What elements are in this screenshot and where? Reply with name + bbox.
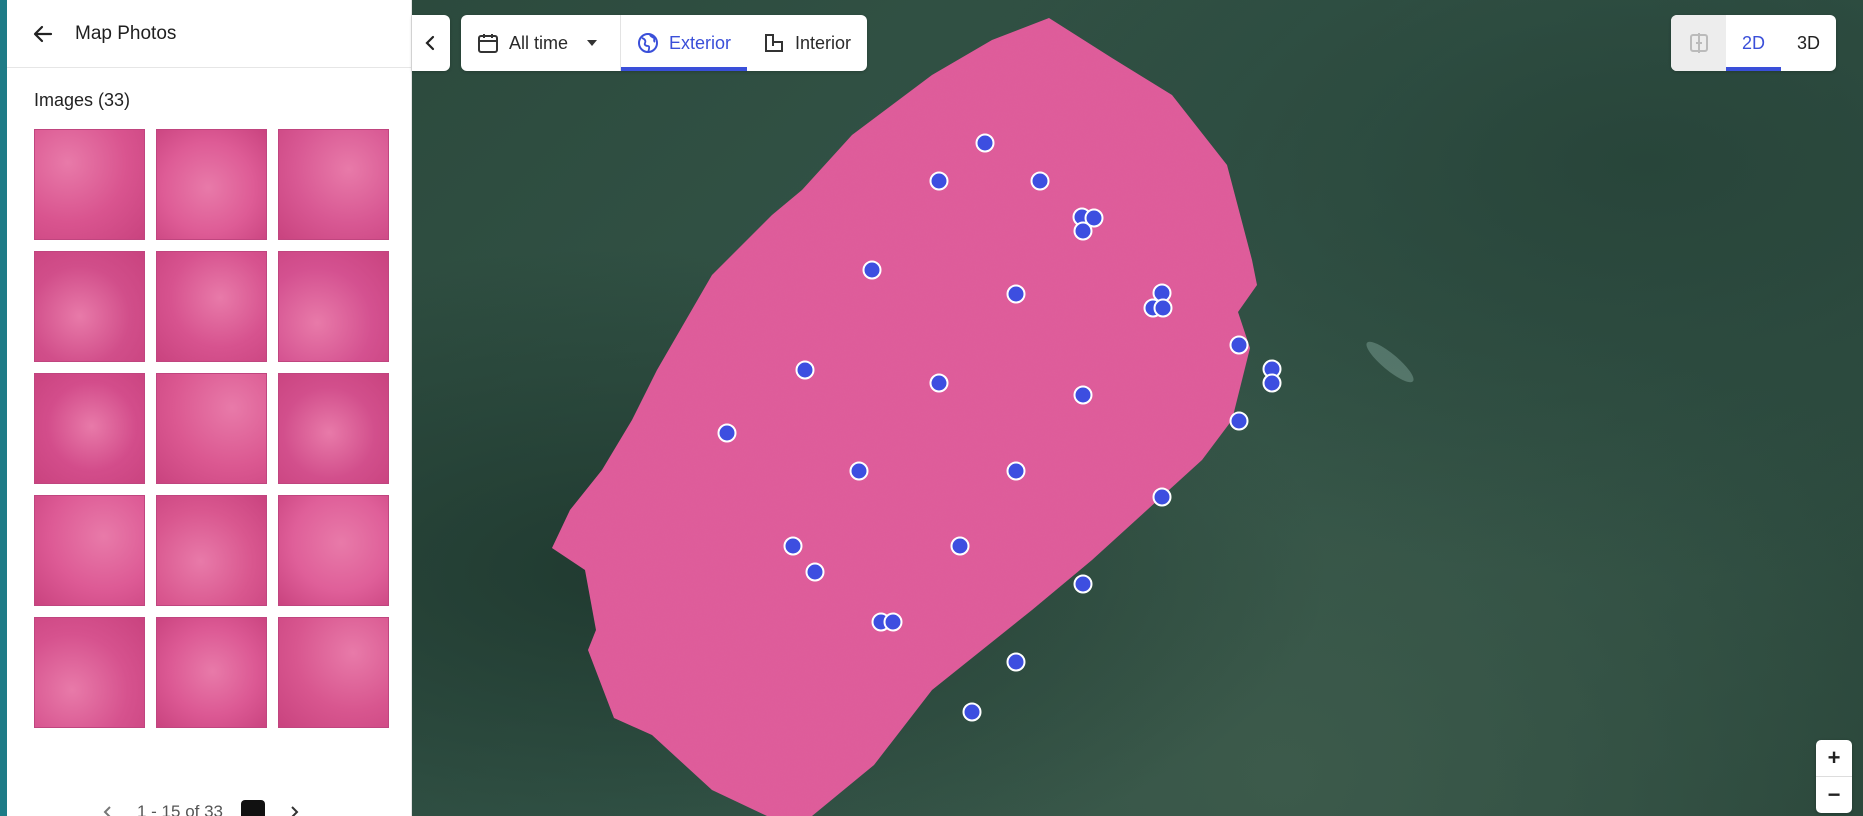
images-count-heading: Images (33) bbox=[34, 90, 131, 110]
photo-location-marker[interactable] bbox=[1073, 574, 1093, 594]
photo-location-marker[interactable] bbox=[883, 612, 903, 632]
photo-location-marker[interactable] bbox=[849, 461, 869, 481]
sidebar-accent-strip bbox=[0, 0, 7, 816]
photo-thumbnail[interactable] bbox=[34, 251, 145, 362]
photo-location-marker[interactable] bbox=[1006, 284, 1026, 304]
photo-thumbnail[interactable] bbox=[156, 617, 267, 728]
prev-page-button[interactable] bbox=[97, 801, 119, 816]
ground-feature bbox=[1366, 341, 1414, 383]
photo-thumbnail[interactable] bbox=[34, 129, 145, 240]
map-photos-sidebar: Map Photos Images (33) 1 - 15 of 33 bbox=[7, 0, 412, 816]
photo-location-marker[interactable] bbox=[1006, 461, 1026, 481]
zoom-controls: + − bbox=[1816, 740, 1852, 813]
page-range-text: 1 - 15 of 33 bbox=[137, 802, 224, 816]
photo-location-marker[interactable] bbox=[795, 360, 815, 380]
photo-location-marker[interactable] bbox=[929, 373, 949, 393]
photo-location-marker[interactable] bbox=[1229, 411, 1249, 431]
map-canvas[interactable] bbox=[412, 0, 1863, 816]
photo-thumbnail[interactable] bbox=[278, 495, 389, 606]
photo-location-marker[interactable] bbox=[1153, 298, 1173, 318]
photo-thumbnail[interactable] bbox=[156, 373, 267, 484]
pagination: 1 - 15 of 33 bbox=[97, 800, 305, 816]
tab-interior-label: Interior bbox=[795, 32, 852, 53]
photo-thumbnail[interactable] bbox=[278, 251, 389, 362]
tab-exterior-label: Exterior bbox=[669, 32, 732, 53]
photo-thumbnail[interactable] bbox=[278, 373, 389, 484]
photo-location-marker[interactable] bbox=[962, 702, 982, 722]
photo-thumbnail[interactable] bbox=[34, 617, 145, 728]
photo-location-marker[interactable] bbox=[1030, 171, 1050, 191]
arrow-left-icon bbox=[33, 25, 53, 42]
current-page-indicator[interactable] bbox=[241, 800, 266, 816]
calendar-icon bbox=[478, 34, 498, 53]
caret-down-icon bbox=[587, 40, 598, 46]
photo-thumbnail[interactable] bbox=[34, 495, 145, 606]
sidebar-header: Map Photos bbox=[7, 0, 411, 68]
zoom-out-button[interactable]: − bbox=[1816, 777, 1852, 813]
photo-location-marker[interactable] bbox=[805, 562, 825, 582]
chevron-right-icon bbox=[291, 806, 299, 816]
photo-location-marker[interactable] bbox=[929, 171, 949, 191]
photo-thumbnail[interactable] bbox=[278, 617, 389, 728]
photo-location-marker[interactable] bbox=[975, 133, 995, 153]
date-filter-dropdown[interactable]: All time bbox=[461, 15, 620, 71]
chevron-left-icon bbox=[103, 806, 111, 816]
tab-interior[interactable]: Interior bbox=[747, 15, 867, 71]
photo-location-marker[interactable] bbox=[1073, 385, 1093, 405]
photo-thumbnail[interactable] bbox=[34, 373, 145, 484]
view-3d-button[interactable]: 3D bbox=[1781, 15, 1836, 71]
image-thumbnail-grid bbox=[34, 129, 389, 728]
photo-location-marker[interactable] bbox=[1229, 335, 1249, 355]
photo-location-marker[interactable] bbox=[862, 260, 882, 280]
photo-thumbnail[interactable] bbox=[278, 129, 389, 240]
chevron-left-icon bbox=[425, 35, 435, 51]
photo-location-marker[interactable] bbox=[950, 536, 970, 556]
map-overlay bbox=[552, 18, 1414, 816]
back-button[interactable] bbox=[23, 14, 63, 54]
photo-location-marker[interactable] bbox=[1073, 221, 1093, 241]
compare-view-button[interactable] bbox=[1671, 15, 1726, 71]
photo-location-marker[interactable] bbox=[1262, 373, 1282, 393]
photo-thumbnail[interactable] bbox=[156, 251, 267, 362]
next-page-button[interactable] bbox=[283, 801, 305, 816]
photo-location-marker[interactable] bbox=[1152, 487, 1172, 507]
zoom-in-button[interactable]: + bbox=[1816, 740, 1852, 776]
photo-location-marker[interactable] bbox=[717, 423, 737, 443]
photo-location-marker[interactable] bbox=[783, 536, 803, 556]
photo-location-marker[interactable] bbox=[1006, 652, 1026, 672]
globe-icon bbox=[638, 33, 659, 53]
photo-thumbnail[interactable] bbox=[156, 129, 267, 240]
tab-exterior[interactable]: Exterior bbox=[621, 15, 748, 71]
split-view-icon bbox=[1689, 33, 1708, 53]
map-toolbar: All time Exterior Interior bbox=[461, 15, 868, 71]
collapse-sidebar-button[interactable] bbox=[412, 15, 450, 71]
sidebar-title: Map Photos bbox=[75, 22, 177, 44]
site-texture bbox=[552, 18, 1257, 816]
view-mode-toggle: 2D 3D bbox=[1671, 15, 1836, 71]
date-filter-label: All time bbox=[509, 32, 569, 53]
floorplan-icon bbox=[765, 34, 784, 52]
photo-thumbnail[interactable] bbox=[156, 495, 267, 606]
view-2d-button[interactable]: 2D bbox=[1726, 15, 1781, 71]
